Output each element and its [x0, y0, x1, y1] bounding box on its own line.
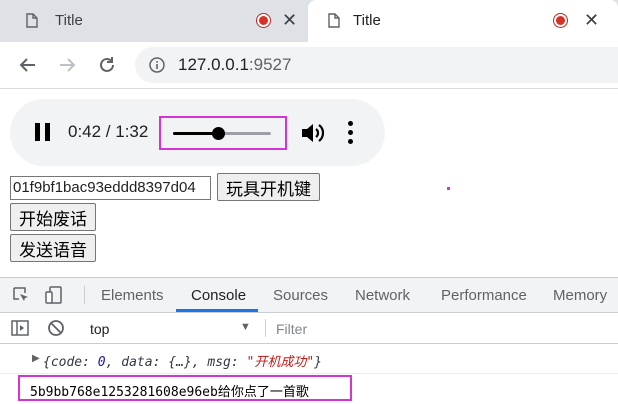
- address-bar[interactable]: 127.0.0.1:9527: [135, 47, 618, 83]
- url-port: :9527: [248, 55, 292, 74]
- reload-icon[interactable]: [96, 54, 118, 76]
- devtools-tab-console[interactable]: Console: [191, 287, 246, 304]
- console-toolbar: top ▼ Filter: [0, 313, 618, 344]
- info-icon[interactable]: [149, 57, 165, 73]
- browser-tab-2[interactable]: Title ✕: [308, 0, 618, 42]
- audio-player: 0:42 / 1:32: [10, 99, 385, 166]
- progress-slider[interactable]: [159, 116, 287, 150]
- tab-strip: Title ✕ Title ✕: [0, 0, 618, 42]
- tab-title: Title: [353, 12, 381, 29]
- active-tab-indicator: [176, 309, 258, 312]
- time-display: 0:42 / 1:32: [68, 122, 149, 141]
- devtools-tab-memory[interactable]: Memory: [553, 287, 607, 304]
- sidebar-toggle-icon[interactable]: [11, 319, 29, 337]
- highlight-dot: [447, 187, 450, 190]
- console-log-row: ▶ {code: 0, data: {…}, msg: "开机成功"}: [0, 345, 618, 374]
- devtools-tab-elements[interactable]: Elements: [101, 287, 164, 304]
- browser-tab-1[interactable]: Title ✕: [0, 0, 308, 42]
- chevron-down-icon[interactable]: ▼: [240, 321, 251, 333]
- pause-icon[interactable]: [35, 123, 51, 141]
- send-voice-button[interactable]: 发送语音: [10, 234, 96, 262]
- recording-icon: [553, 13, 568, 28]
- devtools-tab-sources[interactable]: Sources: [273, 287, 328, 304]
- progress-track[interactable]: [173, 127, 271, 140]
- close-tab-icon[interactable]: ✕: [282, 10, 297, 30]
- id-input[interactable]: 01f9bf1bac93eddd8397d04: [10, 176, 211, 200]
- context-selector[interactable]: top: [90, 321, 109, 337]
- more-options-icon[interactable]: [348, 121, 354, 145]
- expand-arrow-icon[interactable]: ▶: [32, 353, 40, 364]
- device-toolbar-icon[interactable]: [45, 286, 63, 304]
- toolbar-divider: [265, 319, 266, 337]
- devtools-tab-network[interactable]: Network: [355, 287, 410, 304]
- url-text: 127.0.0.1:9527: [178, 55, 291, 75]
- document-icon: [26, 13, 38, 28]
- filter-input[interactable]: Filter: [276, 321, 307, 337]
- tab-title: Title: [55, 12, 83, 29]
- log-text: 5b9bb768e1253281608e96eb给你点了一首歌: [30, 385, 309, 400]
- devtools-tab-bar: Elements Console Sources Network Perform…: [0, 278, 618, 313]
- volume-icon[interactable]: [300, 121, 326, 145]
- log-object[interactable]: {code: 0, data: {…}, msg: "开机成功"}: [43, 351, 322, 370]
- clear-console-icon[interactable]: [47, 319, 65, 337]
- close-tab-icon[interactable]: ✕: [584, 10, 599, 30]
- recording-icon: [256, 13, 271, 28]
- devtools-tab-performance[interactable]: Performance: [441, 287, 527, 304]
- progress-thumb[interactable]: [212, 127, 226, 140]
- back-arrow-icon[interactable]: [17, 54, 39, 76]
- inspect-element-icon[interactable]: [12, 286, 30, 304]
- toolbar-divider: [84, 286, 85, 304]
- console-log-row-highlighted: 5b9bb768e1253281608e96eb给你点了一首歌: [18, 375, 352, 401]
- devtools-panel: Elements Console Sources Network Perform…: [0, 277, 618, 404]
- forward-arrow-icon[interactable]: [56, 54, 78, 76]
- toy-power-button[interactable]: 玩具开机键: [217, 173, 320, 201]
- url-host: 127.0.0.1: [178, 55, 249, 74]
- start-chat-button[interactable]: 开始废话: [10, 203, 96, 231]
- navigation-bar: 127.0.0.1:9527: [0, 42, 618, 89]
- document-icon: [328, 13, 340, 28]
